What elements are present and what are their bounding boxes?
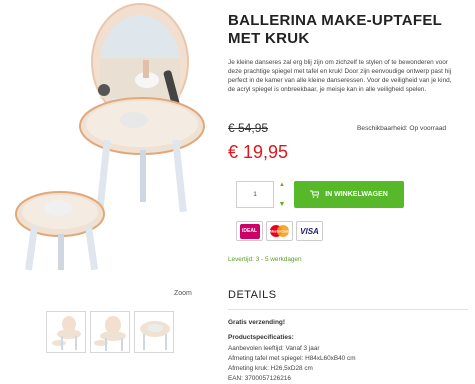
- visa-icon: VISA: [296, 221, 323, 241]
- spec-item: Aanbevolen leeftijd: Vanaf 3 jaar: [228, 345, 320, 352]
- quantity-stepper: ▲ ▼: [276, 181, 288, 208]
- thumbnail-3[interactable]: [134, 311, 174, 353]
- old-price: € 54,95: [228, 121, 269, 135]
- thumbnail-strip: [46, 311, 174, 353]
- details-divider: [228, 309, 468, 310]
- add-to-cart-label: IN WINKELWAGEN: [325, 191, 388, 198]
- spec-item: Afmeting tafel met spiegel: H84xL60xB40 …: [228, 355, 356, 362]
- availability-status: Beschikbaarheid: Op voorraad: [357, 125, 447, 132]
- delivery-time: Levertijd: 3 - 5 werkdagen: [228, 256, 302, 263]
- product-title: BALLERINA MAKE-UPTAFEL MET KRUK: [228, 12, 442, 47]
- mastercard-icon: MasterCard: [266, 221, 293, 241]
- increase-quantity-icon[interactable]: ▲: [279, 181, 285, 189]
- spec-item: EAN: 3700057126216: [228, 375, 291, 382]
- product-description: Je kleine danseres zal erg blij zijn om …: [228, 59, 452, 93]
- zoom-label[interactable]: Zoom: [174, 290, 192, 297]
- spec-item: Afmeting kruk: H26,5xD28 cm: [228, 365, 313, 372]
- cart-icon: [310, 190, 320, 200]
- product-main-image[interactable]: [0, 0, 210, 300]
- free-shipping-text: Gratis verzending!: [228, 319, 286, 326]
- thumbnail-1[interactable]: [46, 311, 86, 353]
- payment-methods: iDEAL MasterCard VISA: [236, 221, 323, 241]
- add-to-cart-button[interactable]: IN WINKELWAGEN: [294, 181, 404, 208]
- quantity-input[interactable]: 1: [236, 181, 274, 208]
- details-heading: DETAILS: [228, 289, 277, 301]
- decrease-quantity-icon[interactable]: ▼: [279, 201, 286, 208]
- current-price: € 19,95: [228, 142, 289, 162]
- ideal-icon: iDEAL: [236, 221, 263, 241]
- svg-text:MasterCard: MasterCard: [270, 230, 291, 234]
- thumbnail-2[interactable]: [90, 311, 130, 353]
- specs-heading: Productspecificaties:: [228, 334, 294, 341]
